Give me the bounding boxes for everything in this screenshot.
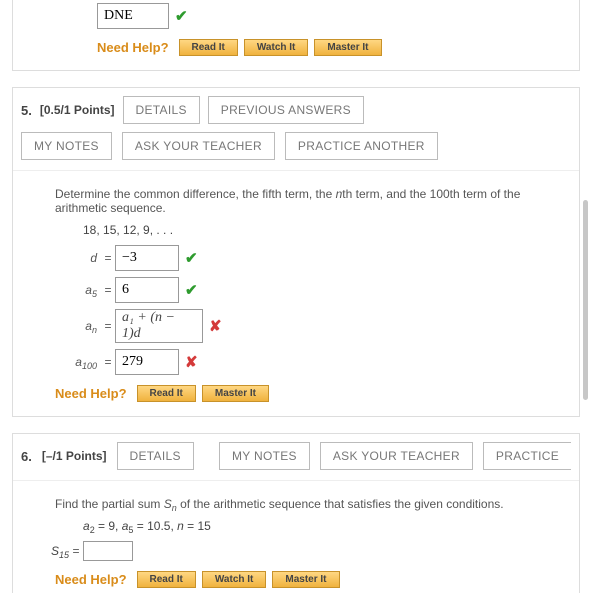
need-help-label: Need Help? xyxy=(55,572,127,587)
watch-it-button[interactable]: Watch It xyxy=(202,571,267,588)
a5-input[interactable] xyxy=(115,277,179,303)
my-notes-button[interactable]: MY NOTES xyxy=(219,442,310,470)
read-it-button[interactable]: Read It xyxy=(179,39,238,56)
practice-button[interactable]: PRACTICE xyxy=(483,442,571,470)
read-it-button[interactable]: Read It xyxy=(137,385,196,402)
ask-teacher-button[interactable]: ASK YOUR TEACHER xyxy=(320,442,473,470)
question-stem: Find the partial sum Sn of the arithmeti… xyxy=(55,497,569,511)
s15-input[interactable] xyxy=(83,541,133,561)
points-label: [0.5/1 Points] xyxy=(40,103,115,117)
read-it-button[interactable]: Read It xyxy=(137,571,196,588)
cross-icon: ✘ xyxy=(185,353,198,371)
watch-it-button[interactable]: Watch It xyxy=(244,39,309,56)
my-notes-button[interactable]: MY NOTES xyxy=(21,132,112,160)
scrollbar[interactable] xyxy=(583,200,588,400)
s15-label: S15 xyxy=(51,544,69,558)
practice-another-button[interactable]: PRACTICE ANOTHER xyxy=(285,132,438,160)
previous-answers-button[interactable]: PREVIOUS ANSWERS xyxy=(208,96,364,124)
master-it-button[interactable]: Master It xyxy=(272,571,339,588)
points-label: [–/1 Points] xyxy=(42,449,107,463)
question-stem: Determine the common difference, the fif… xyxy=(55,187,569,215)
given-conditions: a2 = 9, a5 = 10.5, n = 15 xyxy=(83,519,569,533)
a100-input[interactable] xyxy=(115,349,179,375)
an-input[interactable]: a₁ + (n − 1)d xyxy=(115,309,203,343)
need-help-label: Need Help? xyxy=(55,386,127,401)
check-icon: ✔ xyxy=(185,281,198,299)
question-number: 5. xyxy=(21,103,32,118)
question-number: 6. xyxy=(21,449,32,464)
details-button[interactable]: DETAILS xyxy=(117,442,194,470)
cross-icon: ✘ xyxy=(209,317,222,335)
d-input[interactable] xyxy=(115,245,179,271)
details-button[interactable]: DETAILS xyxy=(123,96,200,124)
master-it-button[interactable]: Master It xyxy=(202,385,269,402)
need-help-label: Need Help? xyxy=(97,40,169,55)
master-it-button[interactable]: Master It xyxy=(314,39,381,56)
ask-teacher-button[interactable]: ASK YOUR TEACHER xyxy=(122,132,275,160)
sequence-text: 18, 15, 12, 9, . . . xyxy=(83,223,569,237)
check-icon: ✔ xyxy=(185,249,198,267)
check-icon: ✔ xyxy=(175,7,188,25)
q4-input[interactable] xyxy=(97,3,169,29)
